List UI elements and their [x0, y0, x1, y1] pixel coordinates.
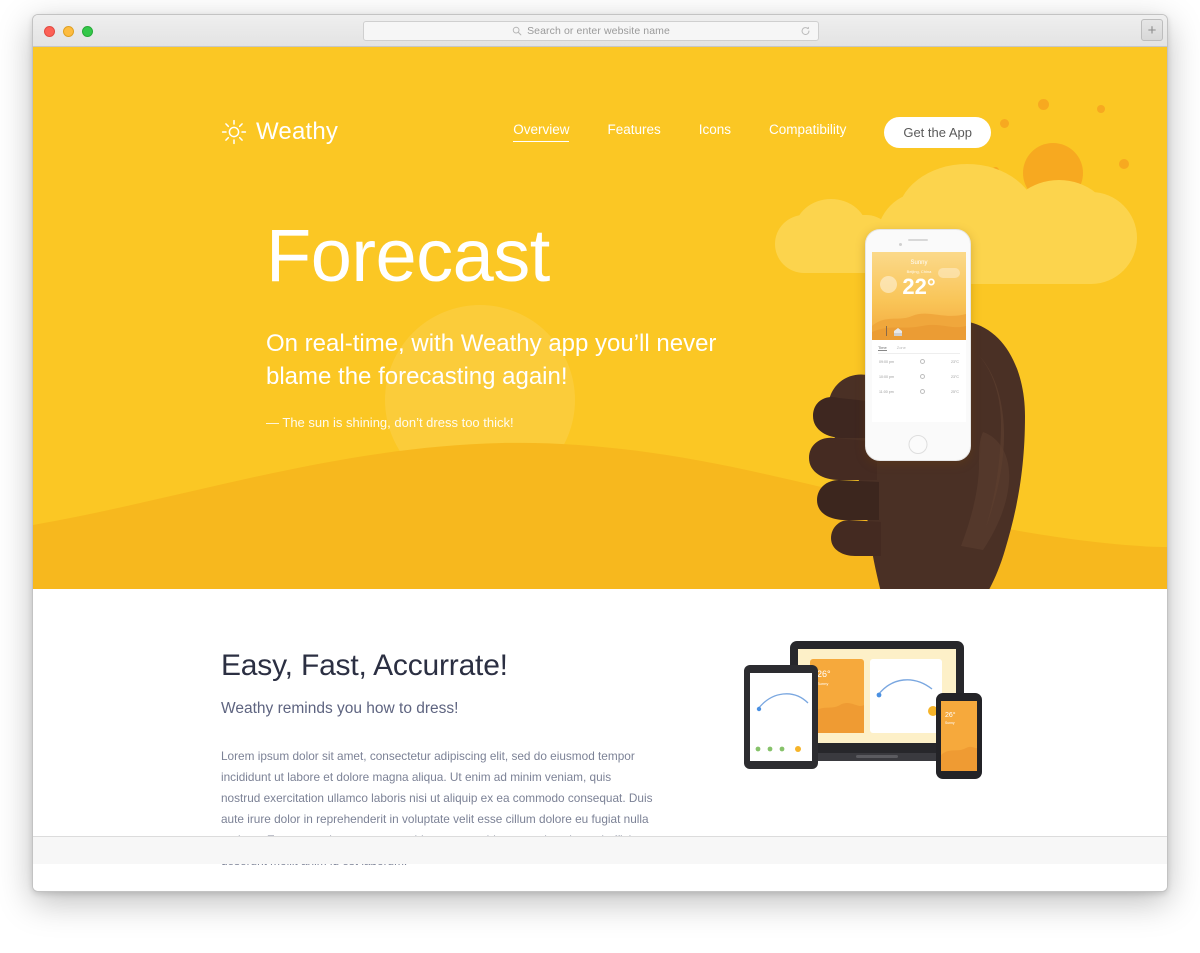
svg-text:26°: 26° — [817, 669, 831, 679]
svg-text:Sunny: Sunny — [817, 681, 828, 686]
close-window-button[interactable] — [44, 26, 55, 37]
cloud-icon — [919, 389, 925, 394]
minimize-window-button[interactable] — [63, 26, 74, 37]
phone-forecast-row: 10:00 pm 23°C — [878, 369, 960, 384]
hero-title: Forecast — [266, 214, 550, 297]
phone-hills-graphic — [872, 313, 966, 340]
address-bar[interactable]: Search or enter website name — [363, 21, 819, 41]
nav-item-icons[interactable]: Icons — [699, 122, 731, 142]
phone-forecast-row: 11:00 pm 25°C — [878, 384, 960, 399]
svg-text:Sunny: Sunny — [945, 721, 955, 725]
hero-note: — The sun is shining, don’t dress too th… — [266, 415, 514, 431]
phone-mockup: Sunny Beijing, China 22° Time Zone 09:00… — [865, 229, 971, 461]
phone-tab-time[interactable]: Time — [878, 345, 887, 351]
hero-subtitle: On real-time, with Weathy app you’ll nev… — [266, 330, 717, 391]
window-controls — [44, 26, 93, 37]
nav-item-compatibility[interactable]: Compatibility — [769, 122, 846, 142]
phone-tab-zone[interactable]: Zone — [897, 345, 906, 351]
phone-home-button[interactable] — [908, 435, 928, 454]
device-mockups: 26° Sunny 26° Sunny — [738, 637, 998, 782]
phone-screen: Sunny Beijing, China 22° Time Zone 09:00… — [872, 252, 966, 422]
new-tab-label: + — [1147, 21, 1157, 39]
phone-row-time: 10:00 pm — [879, 374, 894, 379]
get-the-app-button[interactable]: Get the App — [884, 116, 991, 148]
sun-ray-dot — [1119, 159, 1129, 169]
logo-text: Weathy — [256, 118, 339, 145]
section-title: Easy, Fast, Accurrate! — [221, 649, 508, 682]
browser-window: Search or enter website name + Weathy Ov… — [32, 14, 1168, 892]
phone-weather-header: Sunny Beijing, China 22° — [872, 252, 966, 340]
section-subtitle: Weathy reminds you how to dress! — [221, 700, 459, 717]
main-navigation: Weathy Overview Features Icons Compatibi… — [33, 111, 1167, 153]
phone-row-time: 09:00 pm — [879, 359, 894, 364]
phone-row-time: 11:00 pm — [879, 389, 894, 394]
sun-ray-dot — [1038, 99, 1049, 110]
maximize-window-button[interactable] — [82, 26, 93, 37]
nav-links: Overview Features Icons Compatibility Ge… — [513, 111, 991, 153]
phone-row-temp: 23°C — [950, 359, 959, 364]
cloud-icon — [919, 374, 925, 379]
phone-condition: Sunny — [910, 260, 928, 266]
new-tab-button[interactable]: + — [1141, 19, 1163, 41]
page-footer-strip — [33, 836, 1167, 864]
features-section: Easy, Fast, Accurrate! Weathy reminds yo… — [33, 589, 1167, 868]
site-logo[interactable]: Weathy — [221, 111, 338, 153]
browser-titlebar: Search or enter website name + — [33, 15, 1167, 47]
nav-item-features[interactable]: Features — [607, 122, 660, 142]
phone-list-tabs: Time Zone — [878, 345, 960, 354]
device-mockup-illustration: 26° Sunny 26° Sunny — [744, 641, 982, 779]
hand-holding-phone: Sunny Beijing, China 22° Time Zone 09:00… — [773, 202, 1093, 589]
reload-icon[interactable] — [800, 26, 811, 37]
hero-section: Weathy Overview Features Icons Compatibi… — [33, 47, 1167, 589]
phone-camera — [899, 243, 902, 246]
sun-icon — [919, 359, 925, 364]
sun-icon — [221, 119, 247, 145]
phone-temperature: 22° — [902, 274, 936, 299]
search-icon — [512, 26, 522, 36]
phone-row-temp: 25°C — [950, 389, 959, 394]
address-bar-content: Search or enter website name — [512, 25, 670, 37]
address-bar-placeholder: Search or enter website name — [527, 25, 670, 37]
phone-forecast-row: 09:00 pm 23°C — [878, 354, 960, 369]
hero-copy: Forecast On real-time, with Weathy app y… — [266, 214, 786, 431]
svg-text:26°: 26° — [945, 711, 956, 719]
phone-speaker — [908, 239, 928, 241]
page-viewport: Weathy Overview Features Icons Compatibi… — [33, 47, 1167, 891]
nav-item-overview[interactable]: Overview — [513, 122, 570, 142]
phone-row-temp: 23°C — [950, 374, 959, 379]
phone-forecast-list: Time Zone 09:00 pm 23°C 10:00 pm 23°C 11… — [872, 340, 966, 399]
